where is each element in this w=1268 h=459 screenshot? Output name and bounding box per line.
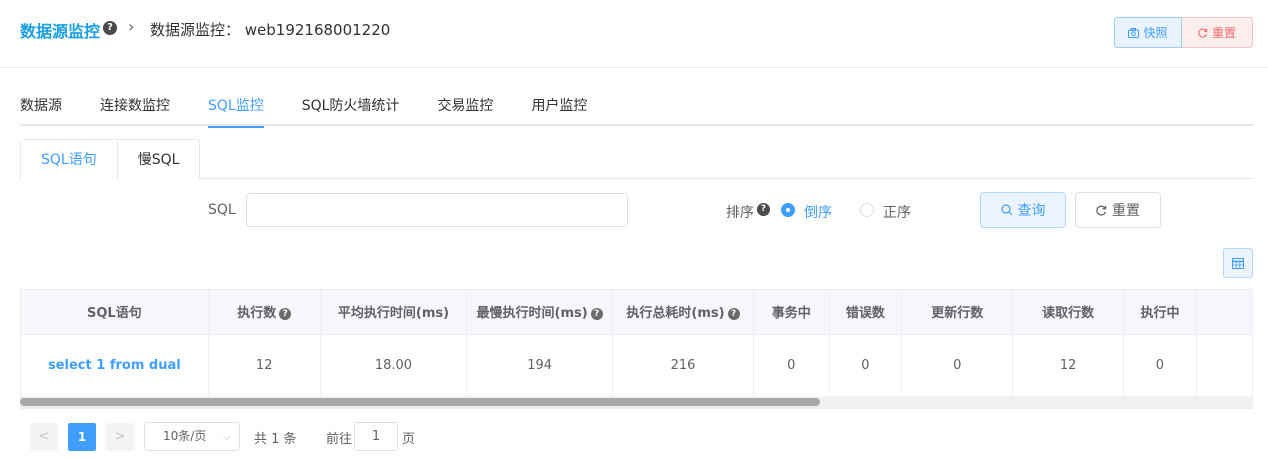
page-size-select[interactable]: 10条/页 ⌵: [144, 422, 240, 451]
table-cell: 0: [1123, 334, 1197, 398]
column-header[interactable]: 事务中: [753, 290, 830, 335]
page-title[interactable]: 数据源监控: [20, 18, 100, 42]
column-header[interactable]: 最慢执行时间(ms)?: [466, 290, 613, 335]
column-header-label: SQL语句: [87, 306, 142, 322]
monitor-tabs: 数据源 连接数监控 SQL监控 SQL防火墙统计 交易监控 用户监控: [20, 96, 1253, 128]
sort-help-icon[interactable]: ?: [757, 203, 770, 216]
column-header[interactable]: 更新行数: [901, 290, 1014, 335]
table-cell: 194: [466, 334, 613, 398]
reset-filter-label: 重置: [1112, 203, 1140, 219]
column-header-label: 执行总耗时(ms): [626, 306, 725, 322]
sort-desc-label[interactable]: 倒序: [804, 202, 832, 222]
sql-sub-tabs: SQL语句 慢SQL: [20, 139, 1253, 180]
column-header-label: 错误数: [845, 306, 885, 322]
tab-sql-monitor[interactable]: SQL监控: [208, 96, 264, 128]
reset-monitor-button[interactable]: 重置: [1182, 17, 1253, 48]
sort-desc-radio[interactable]: [781, 203, 795, 217]
goto-page-input[interactable]: [354, 422, 398, 451]
table-horizontal-scrollbar[interactable]: [20, 396, 1253, 408]
query-button[interactable]: 查询: [980, 192, 1066, 228]
column-header[interactable]: 执行数?: [208, 290, 321, 335]
tab-users[interactable]: 用户监控: [531, 96, 587, 126]
column-header[interactable]: SQL语句: [21, 290, 209, 335]
column-header[interactable]: 读取行数: [1012, 290, 1125, 335]
snapshot-label: 快照: [1143, 26, 1168, 40]
column-header[interactable]: 执行中: [1123, 290, 1197, 335]
help-icon[interactable]: ?: [279, 307, 292, 320]
table-header-row: SQL语句 执行数? 平均执行时间(ms) 最慢执行时间(ms)? 执行总耗时(…: [21, 290, 1253, 335]
refresh-icon: [1198, 27, 1208, 38]
page-suffix-label: 页: [402, 432, 416, 447]
table-columns-icon: [1232, 257, 1244, 269]
table-cell: 12: [1012, 334, 1125, 398]
page-number-current[interactable]: 1: [68, 423, 96, 451]
sql-filter-input[interactable]: [246, 193, 628, 227]
column-settings-button[interactable]: [1223, 248, 1253, 278]
table-cell-overflow: [1196, 334, 1253, 398]
help-icon[interactable]: ?: [590, 307, 603, 320]
sort-label: 排序: [726, 205, 754, 221]
sql-stats-table: SQL语句 执行数? 平均执行时间(ms) 最慢执行时间(ms)? 执行总耗时(…: [20, 289, 1253, 409]
table-cell: 18.00: [320, 334, 468, 398]
search-icon: [1000, 204, 1012, 216]
column-header-label: 更新行数: [931, 306, 984, 322]
column-header-label: 读取行数: [1042, 306, 1095, 322]
column-header-label: 最慢执行时间(ms): [476, 306, 588, 322]
column-header-overflow: [1196, 290, 1253, 335]
table-cell: 12: [208, 334, 321, 398]
help-icon[interactable]: ?: [727, 307, 740, 320]
table-cell: 0: [829, 334, 903, 398]
page-header: 数据源监控 ? › 数据源监控： web192168001220 快照 重置: [0, 0, 1268, 68]
page-size-value: 10条/页: [163, 429, 207, 443]
tab-slow-sql[interactable]: 慢SQL: [116, 140, 200, 180]
column-header-label: 执行中: [1140, 306, 1180, 322]
breadcrumb: 数据源监控： web192168001220: [150, 21, 391, 39]
table-cell: 216: [612, 334, 755, 398]
table-cell: 0: [901, 334, 1014, 398]
sort-asc-radio[interactable]: [860, 203, 874, 217]
tab-sql-statements[interactable]: SQL语句: [21, 140, 117, 180]
refresh-icon: [1096, 205, 1107, 216]
reset-monitor-label: 重置: [1211, 26, 1236, 40]
sort-asc-label[interactable]: 正序: [883, 202, 911, 222]
header-actions: 快照 重置: [1114, 17, 1253, 48]
prev-page-button[interactable]: <: [30, 423, 58, 451]
column-header[interactable]: 执行总耗时(ms)?: [612, 290, 755, 335]
help-icon[interactable]: ?: [103, 21, 117, 35]
sql-statement-link[interactable]: select 1 from dual: [21, 334, 209, 398]
column-header-label: 平均执行时间(ms): [337, 306, 450, 322]
tab-connections[interactable]: 连接数监控: [100, 96, 170, 126]
query-label: 查询: [1017, 203, 1046, 219]
tab-transactions[interactable]: 交易监控: [437, 96, 493, 126]
snapshot-button[interactable]: 快照: [1114, 17, 1182, 48]
tab-datasource[interactable]: 数据源: [20, 96, 62, 126]
total-count: 共 1 条: [254, 432, 297, 447]
column-header-label: 执行数: [237, 306, 277, 322]
table-row: select 1 from dual 12 18.00 194 216 0 0 …: [21, 334, 1253, 398]
chevron-right-icon: ›: [128, 17, 135, 36]
tab-sql-firewall[interactable]: SQL防火墙统计: [302, 96, 400, 126]
column-header-label: 事务中: [771, 306, 811, 322]
column-header[interactable]: 平均执行时间(ms): [320, 290, 468, 335]
next-page-button[interactable]: >: [106, 423, 134, 451]
goto-label: 前往: [326, 432, 353, 447]
sql-table: SQL语句 执行数? 平均执行时间(ms) 最慢执行时间(ms)? 执行总耗时(…: [21, 290, 1253, 398]
camera-icon: [1128, 27, 1140, 38]
sub-tab-group: SQL语句 慢SQL: [20, 139, 201, 180]
column-header[interactable]: 错误数: [829, 290, 903, 335]
scrollbar-thumb[interactable]: [20, 398, 820, 406]
sql-filter-label: SQL: [208, 202, 236, 218]
reset-filter-button[interactable]: 重置: [1075, 192, 1161, 228]
table-cell: 0: [753, 334, 830, 398]
chevron-down-icon: ⌵: [222, 430, 231, 443]
